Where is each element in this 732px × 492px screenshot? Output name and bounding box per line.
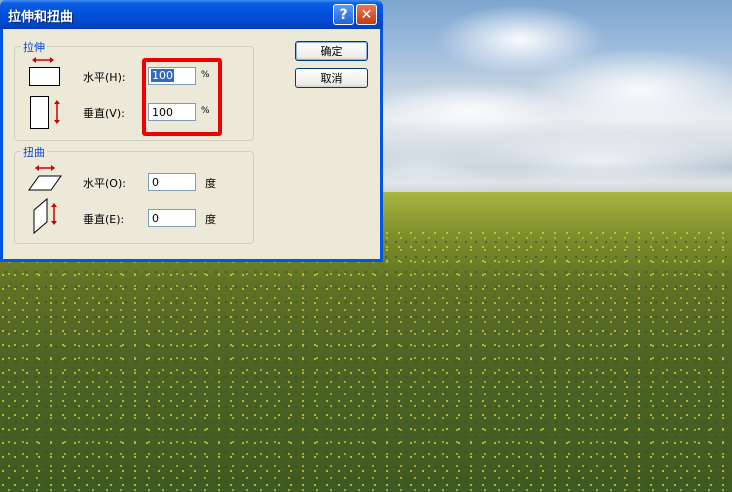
- stretch-horizontal-icon: [29, 57, 60, 86]
- dialog-title: 拉伸和扭曲: [8, 10, 74, 25]
- skew-horizontal-label: 水平(O):: [83, 177, 126, 190]
- skew-horizontal-icon: [28, 165, 62, 191]
- skew-group-label: 扭曲: [21, 144, 47, 160]
- help-icon: ?: [339, 6, 348, 23]
- skew-horizontal-unit: 度: [205, 177, 216, 190]
- skew-vertical-input[interactable]: [148, 209, 196, 227]
- ok-button[interactable]: 确定: [295, 41, 368, 61]
- skew-vertical-label: 垂直(E):: [83, 213, 125, 226]
- skew-horizontal-input[interactable]: [148, 173, 196, 191]
- close-button[interactable]: ✕: [356, 4, 377, 25]
- close-icon: ✕: [360, 6, 373, 23]
- skew-vertical-icon: [33, 197, 57, 235]
- stretch-vertical-label: 垂直(V):: [83, 107, 125, 120]
- stretch-horizontal-label: 水平(H):: [83, 71, 126, 84]
- stretch-vertical-icon: [30, 96, 60, 129]
- red-highlight-box: [142, 58, 222, 136]
- stretch-skew-dialog: 拉伸和扭曲 ? ✕ 拉伸 水平(H): 100 % 垂直(V): % 扭曲: [0, 0, 383, 262]
- help-button[interactable]: ?: [333, 4, 354, 25]
- cancel-button[interactable]: 取消: [295, 68, 368, 88]
- title-bar[interactable]: 拉伸和扭曲 ? ✕: [0, 0, 383, 29]
- stretch-group-label: 拉伸: [21, 39, 47, 55]
- field-flowers: [0, 230, 732, 492]
- skew-vertical-unit: 度: [205, 213, 216, 226]
